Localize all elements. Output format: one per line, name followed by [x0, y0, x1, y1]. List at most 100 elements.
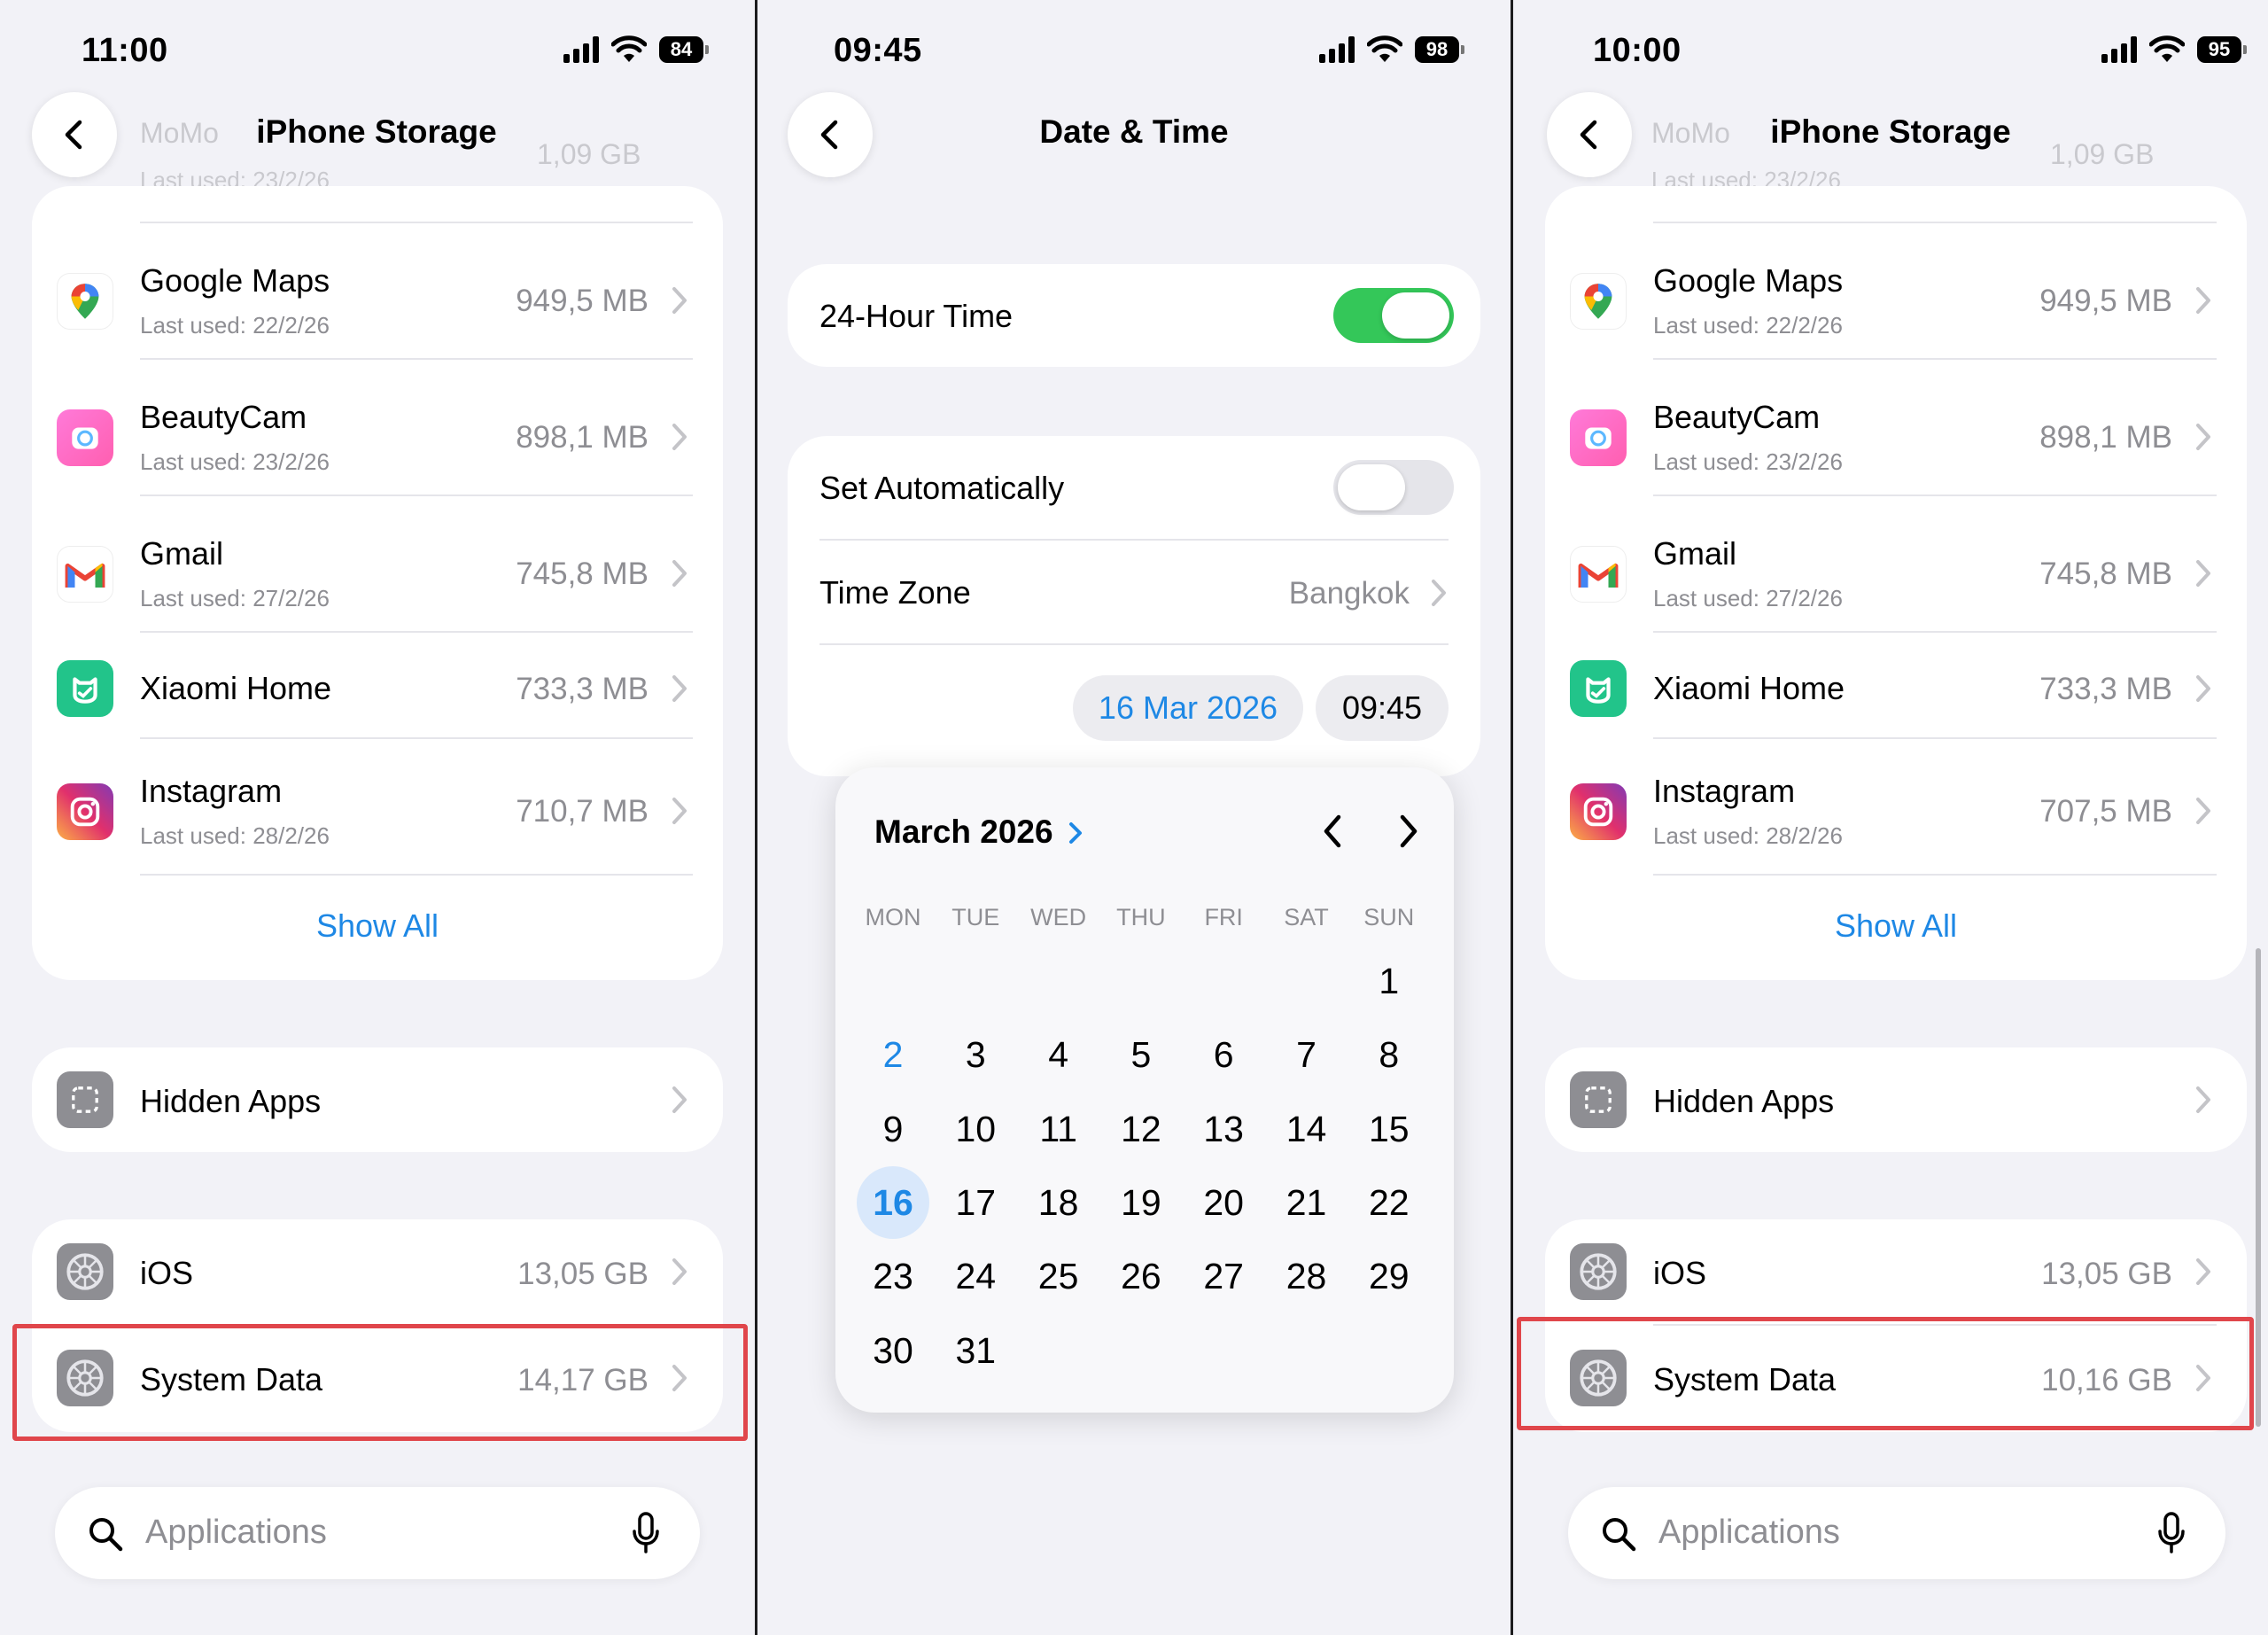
- show-all-link[interactable]: Show All: [1545, 907, 2247, 945]
- calendar-day[interactable]: 20: [1184, 1172, 1263, 1234]
- calendar-day[interactable]: 14: [1267, 1098, 1347, 1160]
- show-all-link[interactable]: Show All: [32, 907, 723, 945]
- app-size: 949,5 MB: [516, 284, 649, 318]
- search-icon: [89, 1518, 123, 1552]
- next-month-button[interactable]: [1394, 812, 1424, 851]
- calendar-day[interactable]: 3: [936, 1024, 1015, 1086]
- calendar-day[interactable]: 26: [1101, 1245, 1181, 1307]
- calendar-day[interactable]: 5: [1101, 1024, 1181, 1086]
- calendar-day[interactable]: 9: [853, 1098, 933, 1160]
- calendar-day[interactable]: 31: [936, 1320, 1015, 1382]
- chevron-right-icon: [2196, 560, 2210, 587]
- calendar-day[interactable]: 15: [1349, 1098, 1429, 1160]
- chevron-right-icon: [672, 424, 687, 450]
- microphone-icon[interactable]: [2156, 1512, 2186, 1554]
- calendar-day[interactable]: 19: [1101, 1172, 1181, 1234]
- page-title: iPhone Storage: [1770, 113, 2011, 150]
- calendar-day[interactable]: 13: [1184, 1098, 1263, 1160]
- row-separator: [1653, 631, 2217, 633]
- app-row-xiaomi-home[interactable]: Xiaomi Home 733,3 MB: [1545, 640, 2247, 737]
- hour24-label: 24-Hour Time: [819, 298, 1014, 334]
- calendar-day[interactable]: 7: [1267, 1024, 1347, 1086]
- app-row-instagram[interactable]: Instagram Last used: 28/2/26 710,7 MB: [32, 750, 723, 874]
- app-row-xiaomi-home[interactable]: Xiaomi Home 733,3 MB: [32, 640, 723, 737]
- chevron-right-icon: [672, 560, 687, 587]
- time-pill[interactable]: 09:45: [1316, 675, 1449, 741]
- calendar-day-today[interactable]: 2: [853, 1024, 933, 1086]
- calendar-day[interactable]: 6: [1184, 1024, 1263, 1086]
- ios-label: iOS: [140, 1255, 194, 1291]
- search-placeholder: Applications: [145, 1514, 327, 1551]
- calendar-day[interactable]: 11: [1019, 1098, 1099, 1160]
- app-size: 949,5 MB: [2039, 284, 2172, 318]
- set-automatically-toggle[interactable]: [1333, 460, 1454, 515]
- search-bar[interactable]: Applications: [55, 1487, 700, 1579]
- search-bar[interactable]: Applications: [1568, 1487, 2225, 1579]
- app-name: Xiaomi Home: [140, 670, 332, 706]
- xiaomi-home-icon: [1570, 660, 1627, 717]
- hidden-apps-card[interactable]: Hidden Apps: [1545, 1047, 2247, 1152]
- app-last-used: Last used: 22/2/26: [1653, 312, 1843, 339]
- date-pill[interactable]: 16 Mar 2026: [1073, 675, 1303, 741]
- page-title: Date & Time: [1039, 113, 1229, 150]
- calendar-day[interactable]: 29: [1349, 1245, 1429, 1307]
- chevron-right-icon: [2196, 424, 2210, 450]
- chevron-right-icon: [672, 798, 687, 824]
- app-row-gmail[interactable]: Gmail Last used: 27/2/26 745,8 MB: [1545, 512, 2247, 636]
- calendar-popover: March 2026 MON TUE WED THU FRI SAT SUN 1 2 3 4 5 6 7 8…: [835, 767, 1454, 1413]
- app-row-beautycam[interactable]: BeautyCam Last used: 23/2/26 898,1 MB: [1545, 376, 2247, 500]
- highlight-box: [12, 1324, 748, 1441]
- app-name: BeautyCam: [1653, 399, 1821, 435]
- hidden-apps-icon: [57, 1071, 113, 1128]
- calendar-day[interactable]: 21: [1267, 1172, 1347, 1234]
- calendar-day[interactable]: 18: [1019, 1172, 1099, 1234]
- calendar-day[interactable]: 27: [1184, 1245, 1263, 1307]
- battery-icon: 84: [659, 36, 709, 63]
- nav-bar: MoMo Last used: 23/2/26 1,09 GB iPhone S…: [0, 87, 755, 193]
- calendar-month-title[interactable]: March 2026: [874, 814, 1053, 851]
- calendar-day[interactable]: 28: [1267, 1245, 1347, 1307]
- row-separator: [140, 222, 693, 223]
- chevron-right-icon: [672, 1258, 687, 1285]
- calendar-day[interactable]: 8: [1349, 1024, 1429, 1086]
- google-maps-icon: [1570, 273, 1627, 330]
- app-row-google-maps[interactable]: Google Maps Last used: 22/2/26 949,5 MB: [1545, 239, 2247, 363]
- ios-row[interactable]: iOS 13,05 GB: [1545, 1219, 2247, 1324]
- chevron-right-icon: [672, 1086, 687, 1113]
- calendar-day[interactable]: 25: [1019, 1245, 1099, 1307]
- app-row-google-maps[interactable]: Google Maps Last used: 22/2/26 949,5 MB: [32, 239, 723, 363]
- hidden-apps-card[interactable]: Hidden Apps: [32, 1047, 723, 1152]
- storage-panel-after: 10:00 95 MoMo Last used: 23/2/26 1,09 GB…: [1513, 0, 2268, 1635]
- calendar-day[interactable]: 23: [853, 1245, 933, 1307]
- calendar-day[interactable]: 30: [853, 1320, 933, 1382]
- weekday-header: WED: [1030, 904, 1087, 930]
- app-row-instagram[interactable]: Instagram Last used: 28/2/26 707,5 MB: [1545, 750, 2247, 874]
- weekday-header: TUE: [951, 904, 1000, 930]
- time-zone-row[interactable]: Time Zone Bangkok: [788, 541, 1480, 643]
- ios-label: iOS: [1653, 1255, 1707, 1291]
- calendar-day[interactable]: 12: [1101, 1098, 1181, 1160]
- calendar-day[interactable]: 4: [1019, 1024, 1099, 1086]
- hour24-toggle[interactable]: [1333, 288, 1454, 343]
- calendar-day[interactable]: 22: [1349, 1172, 1429, 1234]
- row-separator: [1653, 494, 2217, 496]
- row-separator: [819, 643, 1449, 645]
- settings-gear-icon: [57, 1243, 113, 1300]
- calendar-day[interactable]: 24: [936, 1245, 1015, 1307]
- calendar-day[interactable]: 17: [936, 1172, 1015, 1234]
- row-separator: [140, 494, 693, 496]
- status-time: 10:00: [1593, 32, 1682, 69]
- scrollbar[interactable]: [2256, 948, 2261, 1427]
- calendar-day[interactable]: 10: [936, 1098, 1015, 1160]
- app-row-gmail[interactable]: Gmail Last used: 27/2/26 745,8 MB: [32, 512, 723, 636]
- chevron-right-icon: [2196, 1086, 2210, 1113]
- ios-row[interactable]: iOS 13,05 GB: [32, 1219, 723, 1324]
- microphone-icon[interactable]: [631, 1512, 661, 1554]
- calendar-day[interactable]: 1: [1349, 950, 1429, 1012]
- previous-month-button[interactable]: [1317, 812, 1348, 851]
- wifi-icon: [2149, 35, 2185, 62]
- calendar-day-selected[interactable]: 16: [857, 1165, 929, 1239]
- gmail-icon: [57, 546, 113, 603]
- app-row-beautycam[interactable]: BeautyCam Last used: 23/2/26 898,1 MB: [32, 376, 723, 500]
- row-separator: [140, 737, 693, 739]
